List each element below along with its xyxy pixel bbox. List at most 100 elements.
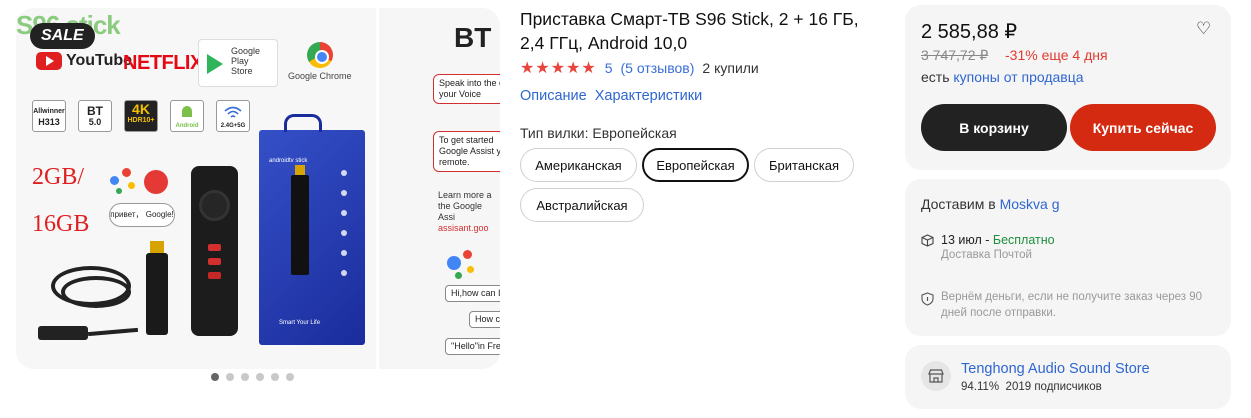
store-subscribers: 2019 подписчиков [1005, 381, 1102, 393]
heart-icon[interactable]: ♡ [1196, 19, 1211, 39]
spec-text: 2.4G+5G [220, 123, 246, 129]
otg-cable-image [87, 327, 139, 337]
seller-coupons-link[interactable]: купоны от продавца [953, 69, 1083, 85]
remote-app-button [208, 272, 221, 279]
reviews-link[interactable]: (5 отзывов) [621, 60, 695, 76]
spec-android-icon: Android [170, 100, 204, 132]
product-gallery[interactable]: S96 stick SALE YouTube NETFLIX Google Pl… [16, 8, 500, 369]
shop-icon [928, 369, 944, 383]
store-card[interactable]: Tenghong Audio Sound Store 94.11% 2019 п… [905, 345, 1231, 409]
plug-option-european[interactable]: Европейская [642, 148, 749, 182]
product-image-main[interactable]: S96 stick SALE YouTube NETFLIX Google Pl… [16, 8, 376, 369]
delivery-method: Доставка Почтой [941, 249, 1032, 261]
spec-bt-icon: BT 5.0 [78, 100, 112, 132]
shield-icon [921, 292, 934, 306]
box-tagline: Smart Your Life [279, 320, 321, 326]
store-name-link[interactable]: Tenghong Audio Sound Store [961, 361, 1150, 377]
delivery-date-text: 13 июл [941, 233, 982, 247]
rom-label: 16GB [32, 211, 90, 237]
product-section-links: Описание Характеристики [520, 88, 702, 104]
spec-text: H313 [38, 117, 60, 127]
purchase-card: 2 585,88 ₽ ♡ 3 747,72 ₽ -31% еще 4 дня е… [905, 5, 1231, 170]
slide-tip: Speak into the of your Voice [433, 74, 500, 104]
slide-learn-label: Learn more a the Google Assi [438, 190, 492, 222]
google-play-icon [207, 54, 223, 74]
coupon-prefix: есть [921, 69, 954, 85]
current-price: 2 585,88 ₽ [921, 21, 1018, 43]
box-feature-icon [341, 270, 347, 276]
delivery-date: 13 июл - Бесплатно [941, 233, 1055, 247]
description-link[interactable]: Описание [520, 88, 587, 104]
pagination-dot[interactable] [241, 373, 249, 381]
otg-adapter-image [38, 326, 88, 340]
microphone-icon [144, 170, 168, 194]
chat-bubble: Hi,how can I [445, 285, 500, 302]
spec-4k-icon: 4K HDR10+ [124, 100, 158, 132]
box-feature-icon [341, 250, 347, 256]
box-feature-icon [341, 190, 347, 196]
plug-option-british[interactable]: Британская [754, 148, 854, 182]
old-price: 3 747,72 ₽ [921, 47, 989, 63]
voice-bubble: привет， Google! [109, 203, 175, 227]
remote-control-image [191, 166, 238, 336]
coupon-line: есть купоны от продавца [921, 69, 1084, 85]
free-delivery-label: Бесплатно [992, 233, 1055, 247]
slide-learn-link: assisant.goo [438, 223, 489, 233]
buy-now-button[interactable]: Купить сейчас [1070, 104, 1216, 151]
spec-text: HDR10+ [127, 117, 155, 124]
ram-label: 2GB/ [32, 164, 85, 190]
spec-chip-icon: Allwinner H313 [32, 100, 66, 132]
google-play-text: Google Play [231, 46, 261, 66]
remote-youtube-button [208, 244, 221, 251]
rating-row: ★★★★★ 5 (5 отзывов) 2 купили [520, 58, 759, 78]
specifications-link[interactable]: Характеристики [595, 88, 703, 104]
chat-bubble: How co [469, 311, 500, 328]
box-hanger [284, 114, 322, 132]
chat-bubble: "Hello"in Fre [445, 338, 500, 355]
discount-label: -31% еще 4 дня [1005, 47, 1108, 63]
spec-wifi-icon: 2.4G+5G [216, 100, 250, 132]
remote-dpad [199, 190, 230, 221]
tv-stick-image [146, 241, 168, 335]
remote-netflix-button [208, 258, 221, 265]
delivery-title-prefix: Доставим в [921, 196, 1000, 212]
delivery-card: Доставим в Moskva g 13 июл - Бесплатно Д… [905, 179, 1231, 336]
box-device-image [291, 165, 309, 275]
store-stats: 94.11% 2019 подписчиков [961, 381, 1102, 393]
youtube-play-icon [36, 52, 62, 70]
pagination-dot[interactable] [226, 373, 234, 381]
delivery-city-link[interactable]: Moskva g [1000, 196, 1060, 212]
star-rating-icon: ★★★★★ [520, 60, 597, 77]
gallery-pagination [211, 373, 294, 381]
store-rating: 94.11% [961, 381, 1000, 393]
money-back-text: Вернём деньги, если не получите заказ че… [941, 291, 1203, 319]
spec-text: Android [175, 123, 199, 129]
plug-option-american[interactable]: Американская [520, 148, 637, 182]
pagination-dot[interactable] [256, 373, 264, 381]
box-brand-text: androidtv stick [269, 158, 308, 164]
chrome-logo-text: Google Chrome [288, 71, 352, 81]
plug-option-australian[interactable]: Австралийская [520, 188, 644, 222]
product-title: Приставка Смарт-ТВ S96 Stick, 2 + 16 ГБ,… [520, 9, 859, 53]
delivery-title: Доставим в Moskva g [921, 196, 1060, 212]
retail-box-image: androidtv stick Smart Your Life [259, 114, 365, 345]
rating-value-link[interactable]: 5 [605, 60, 613, 76]
netflix-logo: NETFLIX [123, 52, 203, 74]
add-to-cart-button[interactable]: В корзину [921, 104, 1067, 151]
slide-title: BT [454, 22, 492, 53]
delivery-separator: - [981, 233, 993, 247]
pagination-dot[interactable] [271, 373, 279, 381]
spec-text: 5.0 [88, 117, 102, 127]
pagination-dot[interactable] [286, 373, 294, 381]
spec-text: Allwinner [33, 108, 65, 115]
slide-learn-text: Learn more a the Google Assi assisant.go… [438, 190, 500, 234]
product-image-secondary[interactable]: BT Speak into the of your Voice To get s… [379, 8, 500, 369]
youtube-logo: YouTube [36, 52, 132, 70]
chrome-icon [306, 42, 333, 68]
box-feature-icon [341, 170, 347, 176]
wifi-icon [224, 106, 242, 118]
plug-type-label: Тип вилки: Европейская [520, 125, 677, 141]
pagination-dot[interactable] [211, 373, 219, 381]
spec-text: BT [87, 104, 103, 118]
store-icon [921, 361, 951, 391]
